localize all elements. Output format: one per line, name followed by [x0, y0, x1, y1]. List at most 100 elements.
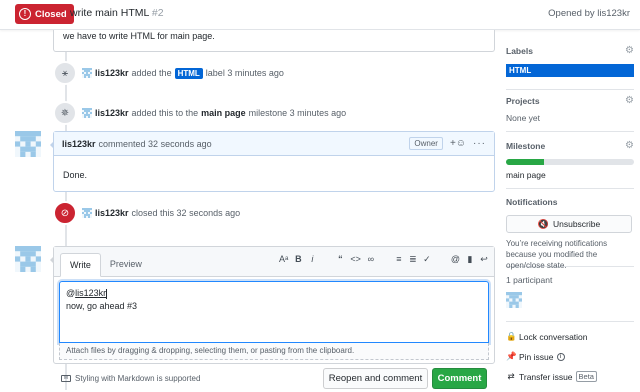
notifications-note: You’re receiving notifications because y… — [506, 239, 608, 270]
task-list-icon[interactable]: ✓ — [423, 254, 431, 265]
opened-by: Opened by lis123kr — [548, 8, 630, 19]
notifications-heading: Notifications — [506, 197, 634, 209]
pin-issue-link[interactable]: 📌 Pin issue i — [506, 351, 565, 362]
quote-icon[interactable]: “ — [336, 254, 344, 265]
gear-icon[interactable]: ⚙ — [625, 45, 634, 56]
owner-badge: Owner — [409, 137, 443, 150]
reopen-and-comment-button[interactable]: Reopen and comment — [323, 368, 428, 389]
comment-meta[interactable]: commented 32 seconds ago — [99, 139, 212, 149]
timeline-event-label: ⚹ lis123kr added the HTML label 3 minute… — [53, 61, 284, 85]
sidebar-notifications: Notifications 🔇 Unsubscribe You’re recei… — [506, 197, 634, 270]
gear-icon[interactable]: ⚙ — [625, 95, 634, 106]
more-options-icon[interactable]: ··· — [473, 138, 486, 149]
user-avatar-small[interactable] — [82, 108, 92, 118]
issue-title-text: write main HTML — [70, 7, 149, 19]
comment-textarea[interactable]: @lis123kr now, go ahead #3 — [59, 281, 489, 343]
comment-button[interactable]: Comment — [432, 368, 487, 389]
info-icon[interactable]: i — [556, 352, 565, 361]
comment-header: lis123kr commented 32 seconds ago Owner … — [54, 132, 494, 156]
mention-text: lis123kr — [75, 288, 107, 298]
projects-value: None yet — [506, 113, 541, 123]
milestone-link[interactable]: main page — [201, 108, 246, 118]
closed-icon: ⊘ — [53, 201, 77, 225]
event-text: closed this 32 seconds ago — [131, 208, 241, 218]
pin-icon: 📌 — [506, 351, 517, 361]
lock-label: Lock conversation — [519, 331, 588, 342]
issue-number: #2 — [151, 7, 164, 19]
milestone-heading[interactable]: Milestone ⚙ — [506, 140, 634, 153]
unsubscribe-label: Unsubscribe — [552, 219, 601, 229]
issue-header: ! Closed write main HTML #2 Opened by li… — [0, 0, 640, 30]
numbered-list-icon[interactable]: ≣ — [409, 254, 417, 265]
projects-title: Projects — [506, 96, 540, 106]
comment-tabs: Write Preview Aᵃ B i “ <> ∞ ≡ ≣ ✓ @ ▮ ↩ — [54, 247, 494, 277]
closed-state-badge: ! Closed — [15, 4, 74, 24]
user-avatar-small[interactable] — [82, 68, 92, 78]
markdown-toolbar: Aᵃ B i “ <> ∞ ≡ ≣ ✓ @ ▮ ↩ — [279, 254, 488, 265]
bookmark-icon[interactable]: ▮ — [466, 254, 474, 265]
event-user[interactable]: lis123kr — [95, 108, 129, 118]
unsubscribe-button[interactable]: 🔇 Unsubscribe — [506, 215, 632, 233]
comment-avatar[interactable] — [15, 131, 41, 157]
mute-icon: 🔇 — [537, 218, 549, 229]
event-user[interactable]: lis123kr — [95, 208, 129, 218]
label-html-pill[interactable]: HTML — [174, 67, 203, 79]
labels-title: Labels — [506, 46, 533, 56]
bold-icon[interactable]: B — [294, 254, 302, 265]
sidebar-milestone: Milestone ⚙ main page — [506, 140, 634, 189]
notifications-title: Notifications — [506, 197, 558, 207]
comment-body-text: Done. — [63, 170, 88, 180]
transfer-issue-link[interactable]: ⇄ Transfer issue Beta — [506, 371, 597, 382]
labels-heading[interactable]: Labels ⚙ — [506, 45, 634, 58]
milestone-progress-fill — [506, 159, 545, 165]
mention-icon[interactable]: @ — [451, 254, 460, 265]
sidebar-labels: Labels ⚙ HTML — [506, 45, 634, 90]
participant-avatar[interactable] — [506, 292, 522, 308]
current-user-avatar[interactable] — [15, 246, 41, 272]
timeline-event-milestone: ✵ lis123kr added this to the main page m… — [53, 101, 347, 125]
new-comment-form: Write Preview Aᵃ B i “ <> ∞ ≡ ≣ ✓ @ ▮ ↩ … — [50, 246, 495, 364]
header-text-icon[interactable]: Aᵃ — [279, 254, 288, 265]
first-comment-body: we have to write HTML for main page. — [53, 30, 495, 52]
comment-author[interactable]: lis123kr — [62, 139, 96, 149]
first-comment-text: we have to write HTML for main page. — [63, 31, 215, 41]
tag-icon: ⚹ — [53, 61, 77, 85]
label-html[interactable]: HTML — [506, 64, 634, 77]
beta-badge: Beta — [575, 371, 597, 382]
transfer-label: Transfer issue — [519, 371, 573, 382]
lock-icon: 🔒 — [506, 331, 517, 341]
event-user[interactable]: lis123kr — [95, 68, 129, 78]
milestone-progress-bar — [506, 159, 634, 165]
link-icon[interactable]: ∞ — [367, 254, 375, 265]
projects-heading[interactable]: Projects ⚙ — [506, 95, 634, 108]
markdown-icon: M — [61, 375, 71, 382]
markdown-note[interactable]: M Styling with Markdown is supported — [61, 374, 200, 383]
code-icon[interactable]: <> — [350, 254, 361, 265]
comment-line-2: now, go ahead #3 — [66, 301, 138, 311]
milestone-name[interactable]: main page — [506, 170, 634, 180]
lock-conversation-link[interactable]: 🔒 Lock conversation — [506, 331, 588, 342]
event-text: milestone 3 minutes ago — [248, 108, 347, 118]
add-reaction-icon[interactable]: +☺ — [450, 138, 466, 149]
italic-icon[interactable]: i — [308, 254, 316, 265]
comment-box: lis123kr commented 32 seconds ago Owner … — [50, 131, 495, 192]
state-label: Closed — [35, 8, 67, 20]
bulleted-list-icon[interactable]: ≡ — [395, 254, 403, 265]
timeline-event-closed: ⊘ lis123kr closed this 32 seconds ago — [53, 201, 241, 225]
milestone-icon: ✵ — [53, 101, 77, 125]
user-avatar-small[interactable] — [82, 208, 92, 218]
closed-issue-icon: ! — [19, 8, 31, 20]
tab-write[interactable]: Write — [60, 253, 101, 277]
reply-icon[interactable]: ↩ — [480, 254, 488, 265]
tab-preview[interactable]: Preview — [101, 252, 151, 276]
milestone-title: Milestone — [506, 141, 546, 151]
markdown-note-text: Styling with Markdown is supported — [75, 374, 201, 383]
event-text: added this to the — [131, 108, 199, 118]
sidebar-projects: Projects ⚙ None yet — [506, 95, 634, 132]
attach-files-hint[interactable]: Attach files by dragging & dropping, sel… — [59, 343, 489, 360]
sidebar-participants: 1 participant — [506, 275, 634, 322]
text-cursor — [106, 288, 108, 299]
pin-label: Pin issue — [519, 351, 554, 362]
event-text: label 3 minutes ago — [205, 68, 284, 78]
gear-icon[interactable]: ⚙ — [625, 140, 634, 151]
